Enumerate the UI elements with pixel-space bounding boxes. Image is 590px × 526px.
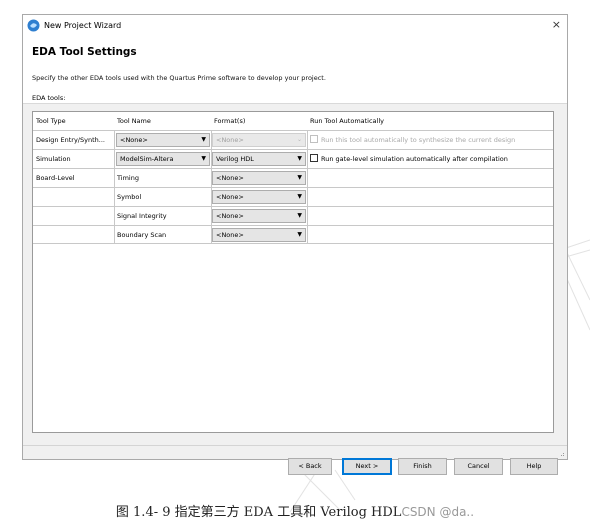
format-value: Verilog HDL xyxy=(216,155,254,163)
column-divider xyxy=(211,130,212,244)
format-value: <None> xyxy=(216,212,244,220)
new-project-wizard-dialog: New Project Wizard × EDA Tool Settings S… xyxy=(22,14,568,475)
table-row: Design Entry/Synth... <None> ▼ <None> ⌄ … xyxy=(33,130,553,149)
tool-name-value: ModelSim-Altera xyxy=(120,155,174,163)
format-value: <None> xyxy=(216,193,244,201)
header-formats: Format(s) xyxy=(214,117,246,125)
close-icon[interactable]: × xyxy=(552,18,561,32)
header-run-tool: Run Tool Automatically xyxy=(310,117,384,125)
table-row: Symbol <None> ▼ xyxy=(33,187,553,206)
dropdown-arrow-icon: ▼ xyxy=(297,174,302,181)
format-select[interactable]: <None> ▼ xyxy=(212,171,306,185)
tool-name-value: <None> xyxy=(120,136,148,144)
format-select[interactable]: <None> ▼ xyxy=(212,209,306,223)
tool-name-select[interactable]: <None> ▼ xyxy=(116,133,210,147)
tool-name-cell: Boundary Scan xyxy=(117,231,167,239)
run-tool-label: Run gate-level simulation automatically … xyxy=(321,155,508,163)
tool-type-cell xyxy=(33,188,114,206)
dropdown-arrow-icon: ▼ xyxy=(297,193,302,200)
resize-grip-icon[interactable] xyxy=(559,451,565,457)
format-value: <None> xyxy=(216,231,244,239)
title-bar: New Project Wizard × xyxy=(23,15,567,37)
format-select: <None> ⌄ xyxy=(212,133,306,147)
tool-type-cell xyxy=(33,207,114,225)
tool-type-cell: Board-Level xyxy=(36,174,75,182)
run-tool-checkbox[interactable] xyxy=(310,154,318,162)
run-tool-cell: Run this tool automatically to synthesiz… xyxy=(307,131,553,149)
page-title: EDA Tool Settings xyxy=(32,46,137,58)
next-button[interactable]: Next > xyxy=(342,458,392,475)
column-divider xyxy=(307,130,308,244)
run-tool-cell: Run gate-level simulation automatically … xyxy=(307,150,553,168)
back-button[interactable]: < Back xyxy=(288,458,332,475)
format-select[interactable]: <None> ▼ xyxy=(212,228,306,242)
page-subtitle: Specify the other EDA tools used with th… xyxy=(32,74,326,82)
dropdown-arrow-icon: ▼ xyxy=(201,136,206,143)
header-tool-name: Tool Name xyxy=(117,117,151,125)
footer-divider xyxy=(23,445,567,446)
dropdown-arrow-icon: ▼ xyxy=(201,155,206,162)
caption-credit: CSDN @da.. xyxy=(401,505,475,519)
table-row: Boundary Scan <None> ▼ xyxy=(33,225,553,244)
column-divider xyxy=(114,130,115,244)
cancel-button[interactable]: Cancel xyxy=(454,458,503,475)
finish-button[interactable]: Finish xyxy=(398,458,447,475)
tool-name-cell: Timing xyxy=(117,174,139,182)
tool-type-cell: Simulation xyxy=(36,155,71,163)
tool-name-cell: Symbol xyxy=(117,193,142,201)
page-header: EDA Tool Settings Specify the other EDA … xyxy=(23,37,567,104)
format-value: <None> xyxy=(216,174,244,182)
tool-type-cell: Design Entry/Synth... xyxy=(36,136,105,144)
run-tool-label: Run this tool automatically to synthesiz… xyxy=(321,136,516,144)
format-select[interactable]: <None> ▼ xyxy=(212,190,306,204)
tool-name-cell: Signal Integrity xyxy=(117,212,167,220)
figure-caption: 图 1.4- 9 指定第三方 EDA 工具和 Verilog HDLCSDN @… xyxy=(0,501,590,520)
table-header: Tool Type Tool Name Format(s) Run Tool A… xyxy=(33,112,553,130)
help-button[interactable]: Help xyxy=(510,458,558,475)
dropdown-arrow-icon: ⌄ xyxy=(296,136,302,143)
header-tool-type: Tool Type xyxy=(36,117,66,125)
format-value: <None> xyxy=(216,136,244,144)
dropdown-arrow-icon: ▼ xyxy=(297,155,302,162)
format-select[interactable]: Verilog HDL ▼ xyxy=(212,152,306,166)
tool-name-select[interactable]: ModelSim-Altera ▼ xyxy=(116,152,210,166)
table-row: Signal Integrity <None> ▼ xyxy=(33,206,553,225)
table-row: Board-Level Timing <None> ▼ xyxy=(33,168,553,187)
quartus-wizard-icon xyxy=(27,19,40,32)
tool-type-cell xyxy=(33,226,114,244)
eda-tools-label: EDA tools: xyxy=(32,94,66,102)
dropdown-arrow-icon: ▼ xyxy=(297,212,302,219)
window-title: New Project Wizard xyxy=(44,21,122,30)
table-row: Simulation ModelSim-Altera ▼ Verilog HDL… xyxy=(33,149,553,168)
eda-tools-table: Tool Type Tool Name Format(s) Run Tool A… xyxy=(32,111,554,433)
run-tool-checkbox xyxy=(310,135,318,143)
dropdown-arrow-icon: ▼ xyxy=(297,231,302,238)
caption-text: 图 1.4- 9 指定第三方 EDA 工具和 Verilog HDL xyxy=(115,505,402,520)
